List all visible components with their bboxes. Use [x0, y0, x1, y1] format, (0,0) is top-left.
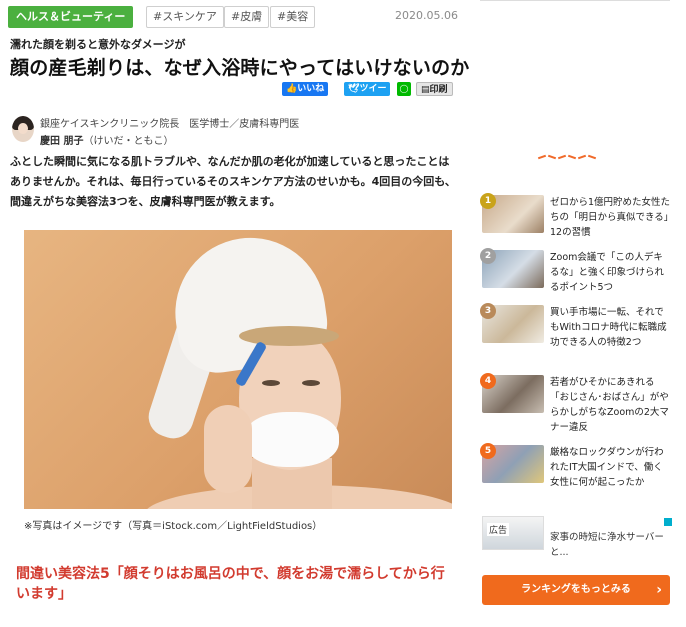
- ad-choices-icon[interactable]: [664, 518, 672, 526]
- rank-badge: 3: [480, 303, 496, 319]
- tag-skincare[interactable]: #スキンケア: [146, 6, 224, 28]
- tweet-button[interactable]: 🕊ツイー: [344, 82, 391, 96]
- ranking-item[interactable]: 4 若者がひそかにあきれる「おじさん･おばさん」がやらかしがちなZoomの2大マ…: [480, 373, 672, 437]
- author-block: 銀座ケイスキンクリニック院長 医学博士／皮膚科専門医 慶田 朋子（けいだ・ともこ…: [8, 112, 458, 148]
- article-kicker: 濡れた顔を剃ると意外なダメージが: [10, 38, 186, 51]
- tag-row: ヘルス＆ビューティー #スキンケア #皮膚 #美容 2020.05.06: [8, 6, 458, 28]
- article-photo: [24, 230, 452, 509]
- article-column: ヘルス＆ビューティー #スキンケア #皮膚 #美容 2020.05.06 濡れた…: [8, 0, 469, 627]
- ranking-header-decoration: [537, 152, 598, 160]
- author-reading: （けいだ・ともこ）: [83, 136, 174, 147]
- more-ranking-button[interactable]: ランキングをもっとみる ›: [482, 575, 670, 605]
- sidebar: 1 ゼロから1億円貯めた女性たちの「明日から真似できる」12の習慣 2 Zoom…: [480, 0, 680, 627]
- rank-badge: 4: [480, 373, 496, 389]
- ranking-item[interactable]: 2 Zoom会議で「この人デキるな」と強く印象づけられるポイント5つ: [480, 248, 672, 312]
- rank-badge: 2: [480, 248, 496, 264]
- ad-title[interactable]: 家事の時短に浄水サーバーと...: [550, 530, 672, 560]
- category-tag[interactable]: ヘルス＆ビューティー: [8, 6, 134, 28]
- sponsored-item[interactable]: 広告 家事の時短に浄水サーバーと...: [480, 516, 672, 562]
- line-share-button[interactable]: ◯: [397, 82, 411, 96]
- facebook-like-button[interactable]: 👍いいね: [282, 82, 329, 96]
- more-ranking-label: ランキングをもっとみる: [521, 584, 631, 595]
- photo-caption: ※写真はイメージです（写真＝iStock.com／LightFieldStudi…: [24, 521, 323, 532]
- ranking-title[interactable]: ゼロから1億円貯めた女性たちの「明日から真似できる」12の習慣: [550, 195, 672, 240]
- tag-skin[interactable]: #皮膚: [224, 6, 270, 28]
- ranking-item[interactable]: 5 厳格なロックダウンが行われたIT大国インドで、働く女性に何が起こったか: [480, 443, 672, 507]
- author-affiliation: 銀座ケイスキンクリニック院長 医学博士／皮膚科専門医: [40, 119, 300, 130]
- ranking-item[interactable]: 1 ゼロから1億円貯めた女性たちの「明日から真似できる」12の習慣: [480, 193, 672, 257]
- article-title: 顔の産毛剃りは、なぜ入浴時にやってはいけないのか: [10, 57, 470, 79]
- printer-icon: ▤: [421, 85, 430, 95]
- bird-icon: 🕊: [348, 84, 360, 94]
- author-name[interactable]: 慶田 朋子: [40, 136, 83, 147]
- ad-label: 広告: [487, 523, 510, 536]
- publish-date: 2020.05.06: [395, 9, 458, 22]
- avatar: [12, 116, 34, 142]
- thumbs-up-icon: 👍: [286, 84, 298, 94]
- rank-badge: 1: [480, 193, 496, 209]
- print-label: 印刷: [429, 85, 448, 95]
- ranking-title[interactable]: 厳格なロックダウンが行われたIT大国インドで、働く女性に何が起こったか: [550, 445, 672, 490]
- like-label: いいね: [297, 84, 325, 94]
- article-lead: ふとした瞬間に気になる肌トラブルや、なんだか肌の老化が加速していると思ったことは…: [10, 155, 456, 208]
- tweet-label: ツイー: [359, 84, 387, 94]
- author-name-line: 慶田 朋子（けいだ・ともこ）: [40, 132, 173, 147]
- rank-badge: 5: [480, 443, 496, 459]
- line-icon: ◯: [399, 84, 409, 93]
- ranking-title[interactable]: Zoom会議で「この人デキるな」と強く印象づけられるポイント5つ: [550, 250, 672, 295]
- ranking-title[interactable]: 買い手市場に一転、それでもWithコロナ時代に転職成功できる人の特徴2つ: [550, 305, 672, 350]
- divider: [480, 0, 670, 1]
- chevron-right-icon: ›: [656, 582, 662, 598]
- ranking-item[interactable]: 3 買い手市場に一転、それでもWithコロナ時代に転職成功できる人の特徴2つ: [480, 303, 672, 367]
- section-heading: 間違い美容法5「顔そりはお風呂の中で、顔をお湯で濡らしてから行います」: [16, 566, 445, 602]
- ad-thumbnail: 広告: [482, 516, 544, 550]
- ranking-title[interactable]: 若者がひそかにあきれる「おじさん･おばさん」がやらかしがちなZoomの2大マナー…: [550, 375, 672, 435]
- print-button[interactable]: ▤印刷: [416, 82, 453, 96]
- tag-beauty[interactable]: #美容: [270, 6, 316, 28]
